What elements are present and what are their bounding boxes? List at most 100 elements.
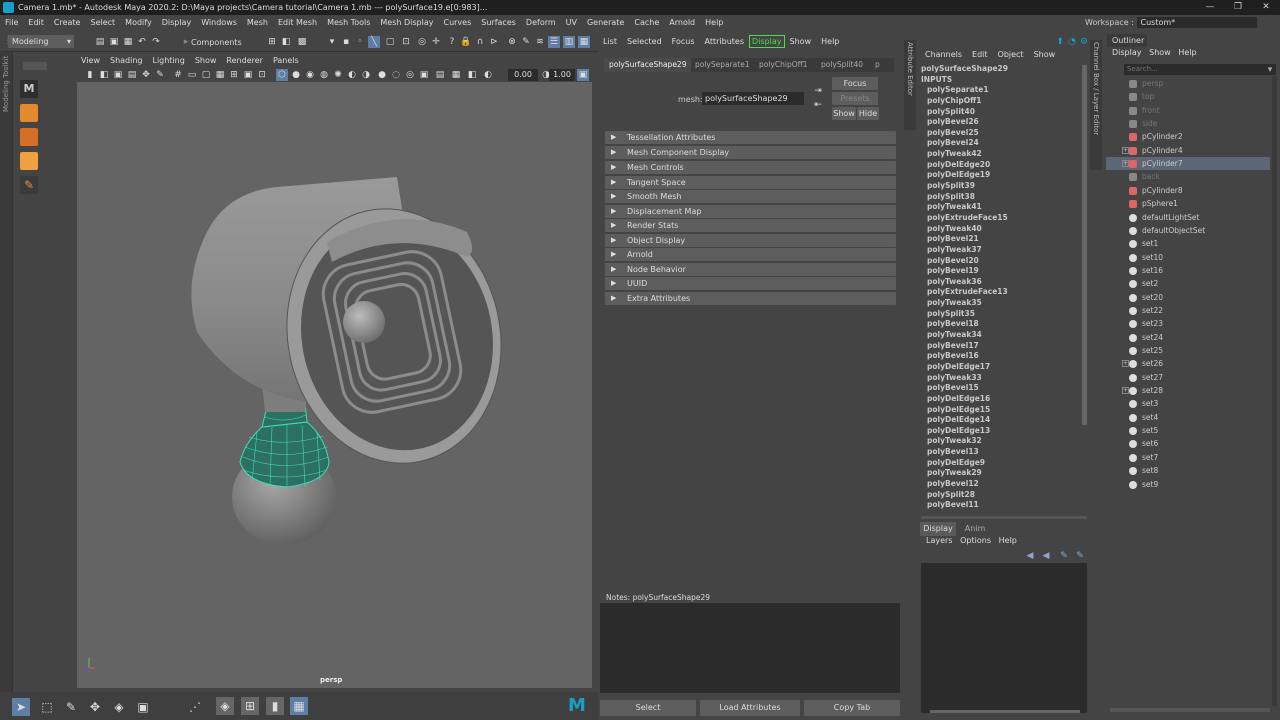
ae-menu-list[interactable]: List bbox=[598, 35, 622, 49]
ae-tab-chipoff[interactable]: polyChipOff1 bbox=[754, 58, 813, 72]
ambient-occlusion-icon[interactable]: ◑ bbox=[360, 69, 372, 81]
outliner-item[interactable]: pCylinder8 bbox=[1106, 184, 1270, 197]
ol-menu-help[interactable]: Help bbox=[1178, 48, 1196, 57]
xray-joints-icon[interactable]: ▦ bbox=[450, 69, 462, 81]
layer-move-down-icon[interactable]: ◀ bbox=[1040, 550, 1052, 562]
ae-menu-display[interactable]: Display bbox=[749, 35, 785, 48]
search-dropdown-icon[interactable]: ▾ bbox=[1264, 64, 1276, 76]
outliner-scrollbar[interactable] bbox=[1272, 76, 1277, 706]
ae-tab-separate[interactable]: polySeparate1 bbox=[690, 58, 755, 72]
gamma-field[interactable]: 1.00 bbox=[549, 69, 575, 81]
outliner-item[interactable]: set23 bbox=[1106, 317, 1270, 330]
new-layer-icon[interactable]: ✎ bbox=[1058, 550, 1070, 562]
cb-input-item[interactable]: polyBevel18 bbox=[921, 319, 1081, 330]
smooth-shade-icon[interactable]: ● bbox=[290, 69, 302, 81]
menu-windows[interactable]: Windows bbox=[196, 15, 242, 30]
cb-shape-name[interactable]: polySurfaceShape29 bbox=[921, 64, 1081, 75]
outliner-item[interactable]: set10 bbox=[1106, 251, 1270, 264]
cb-input-item[interactable]: polyBevel15 bbox=[921, 383, 1081, 394]
menu-curves[interactable]: Curves bbox=[438, 15, 476, 30]
minimize-icon[interactable]: — bbox=[1196, 0, 1224, 15]
snap-grid-icon[interactable]: ▪ bbox=[340, 36, 352, 48]
cb-scrollbar[interactable] bbox=[1082, 65, 1087, 425]
cb-input-item[interactable]: polyDelEdge9 bbox=[921, 458, 1081, 469]
ae-menu-help[interactable]: Help bbox=[816, 35, 844, 49]
components-label[interactable]: Components bbox=[191, 38, 242, 47]
section-displacement-map[interactable]: ▶ Displacement Map bbox=[605, 205, 896, 218]
outliner-item[interactable]: set5 bbox=[1106, 424, 1270, 437]
menu-mesh[interactable]: Mesh bbox=[242, 15, 273, 30]
depth-of-field-icon[interactable]: ◎ bbox=[404, 69, 416, 81]
cb-input-item[interactable]: polyBevel26 bbox=[921, 117, 1081, 128]
layer-hscroll[interactable] bbox=[930, 710, 1080, 713]
wireframe-on-shaded-icon[interactable]: ◉ bbox=[304, 69, 316, 81]
move-tool-icon[interactable]: ✥ bbox=[86, 698, 104, 716]
attribute-editor-side-tab[interactable]: Attribute Editor bbox=[904, 40, 916, 130]
xray-components-icon[interactable]: ◧ bbox=[466, 69, 478, 81]
cb-input-item[interactable]: polyTweak29 bbox=[921, 468, 1081, 479]
section-arnold[interactable]: ▶ Arnold bbox=[605, 248, 896, 261]
layer-tab-display[interactable]: Display bbox=[920, 522, 956, 536]
render-settings-icon[interactable]: ≋ bbox=[534, 36, 546, 48]
outliner-item[interactable]: set8 bbox=[1106, 464, 1270, 477]
layout-icon[interactable]: ▦ bbox=[290, 697, 308, 715]
camera-attr-icon[interactable]: ◧ bbox=[98, 69, 110, 81]
cb-input-item[interactable]: polyExtrudeFace13 bbox=[921, 287, 1081, 298]
outliner-item[interactable]: + set28 bbox=[1106, 384, 1270, 397]
maximize-icon[interactable]: ❐ bbox=[1224, 0, 1252, 15]
bookmark-icon[interactable]: ▣ bbox=[112, 69, 124, 81]
cb-menu-object[interactable]: Object bbox=[993, 48, 1029, 62]
film-gate-icon[interactable]: ▭ bbox=[186, 69, 198, 81]
menu-create[interactable]: Create bbox=[49, 15, 86, 30]
cb-input-item[interactable]: polyBevel20 bbox=[921, 256, 1081, 267]
use-all-lights-icon[interactable]: ✺ bbox=[332, 69, 344, 81]
cb-input-item[interactable]: polyBevel13 bbox=[921, 447, 1081, 458]
scale-tool-icon[interactable]: ▣ bbox=[134, 698, 152, 716]
cb-input-item[interactable]: polySeparate1 bbox=[921, 85, 1081, 96]
undo-icon[interactable]: ↶ bbox=[136, 36, 148, 48]
cb-input-item[interactable]: polyBevel16 bbox=[921, 351, 1081, 362]
cb-input-item[interactable]: polyTweak36 bbox=[921, 277, 1081, 288]
ol-menu-show[interactable]: Show bbox=[1149, 48, 1171, 57]
menu-help[interactable]: Help bbox=[700, 15, 728, 30]
section-mesh-component-display[interactable]: ▶ Mesh Component Display bbox=[605, 146, 896, 159]
outliner-item[interactable]: set3 bbox=[1106, 397, 1270, 410]
outliner-item[interactable]: set27 bbox=[1106, 371, 1270, 384]
save-scene-icon[interactable]: ▦ bbox=[122, 36, 134, 48]
outliner-item[interactable]: set25 bbox=[1106, 344, 1270, 357]
snap-curve-icon[interactable]: ◦ bbox=[354, 36, 366, 48]
outliner-item[interactable]: persp bbox=[1106, 77, 1270, 90]
menu-display[interactable]: Display bbox=[157, 15, 197, 30]
ae-menu-attributes[interactable]: Attributes bbox=[700, 35, 750, 49]
camera-select-icon[interactable]: ▮ bbox=[84, 69, 96, 81]
cb-input-item[interactable]: polySplit28 bbox=[921, 490, 1081, 501]
section-extra-attributes[interactable]: ▶ Extra Attributes bbox=[605, 292, 896, 305]
vp-menu-panels[interactable]: Panels bbox=[268, 54, 304, 68]
cb-menu-channels[interactable]: Channels bbox=[920, 48, 967, 62]
safe-title-icon[interactable]: ⊡ bbox=[256, 69, 268, 81]
ae-show-button[interactable]: Show bbox=[832, 107, 856, 120]
motion-blur-icon[interactable]: ● bbox=[376, 69, 388, 81]
vp-menu-show[interactable]: Show bbox=[190, 54, 222, 68]
cb-input-item[interactable]: polySplit35 bbox=[921, 309, 1081, 320]
menu-select[interactable]: Select bbox=[85, 15, 120, 30]
xray-icon[interactable]: ▤ bbox=[434, 69, 446, 81]
outliner-item[interactable]: side bbox=[1106, 117, 1270, 130]
history-icon[interactable]: ⊳ bbox=[488, 36, 500, 48]
outliner-item[interactable]: + pCylinder4 bbox=[1106, 144, 1270, 157]
layer-menu-layers[interactable]: Layers bbox=[926, 536, 952, 545]
section-smooth-mesh[interactable]: ▶ Smooth Mesh bbox=[605, 190, 896, 203]
ae-select-button[interactable]: Select bbox=[600, 700, 696, 716]
isolate-select-icon[interactable]: ▣ bbox=[418, 69, 430, 81]
outliner-item[interactable]: defaultLightSet bbox=[1106, 211, 1270, 224]
textured-icon[interactable]: ◍ bbox=[318, 69, 330, 81]
new-scene-icon[interactable]: ▤ bbox=[94, 36, 106, 48]
outliner-item[interactable]: set4 bbox=[1106, 411, 1270, 424]
ae-presets-button[interactable]: Presets bbox=[832, 92, 878, 105]
symmetry-icon[interactable]: ◎ bbox=[416, 36, 428, 48]
outliner-hscroll[interactable] bbox=[1110, 708, 1270, 712]
2d-pan-icon[interactable]: ✥ bbox=[140, 69, 152, 81]
cb-input-item[interactable]: polyBevel24 bbox=[921, 138, 1081, 149]
menu-deform[interactable]: Deform bbox=[521, 15, 561, 30]
cb-input-item[interactable]: polyTweak37 bbox=[921, 245, 1081, 256]
